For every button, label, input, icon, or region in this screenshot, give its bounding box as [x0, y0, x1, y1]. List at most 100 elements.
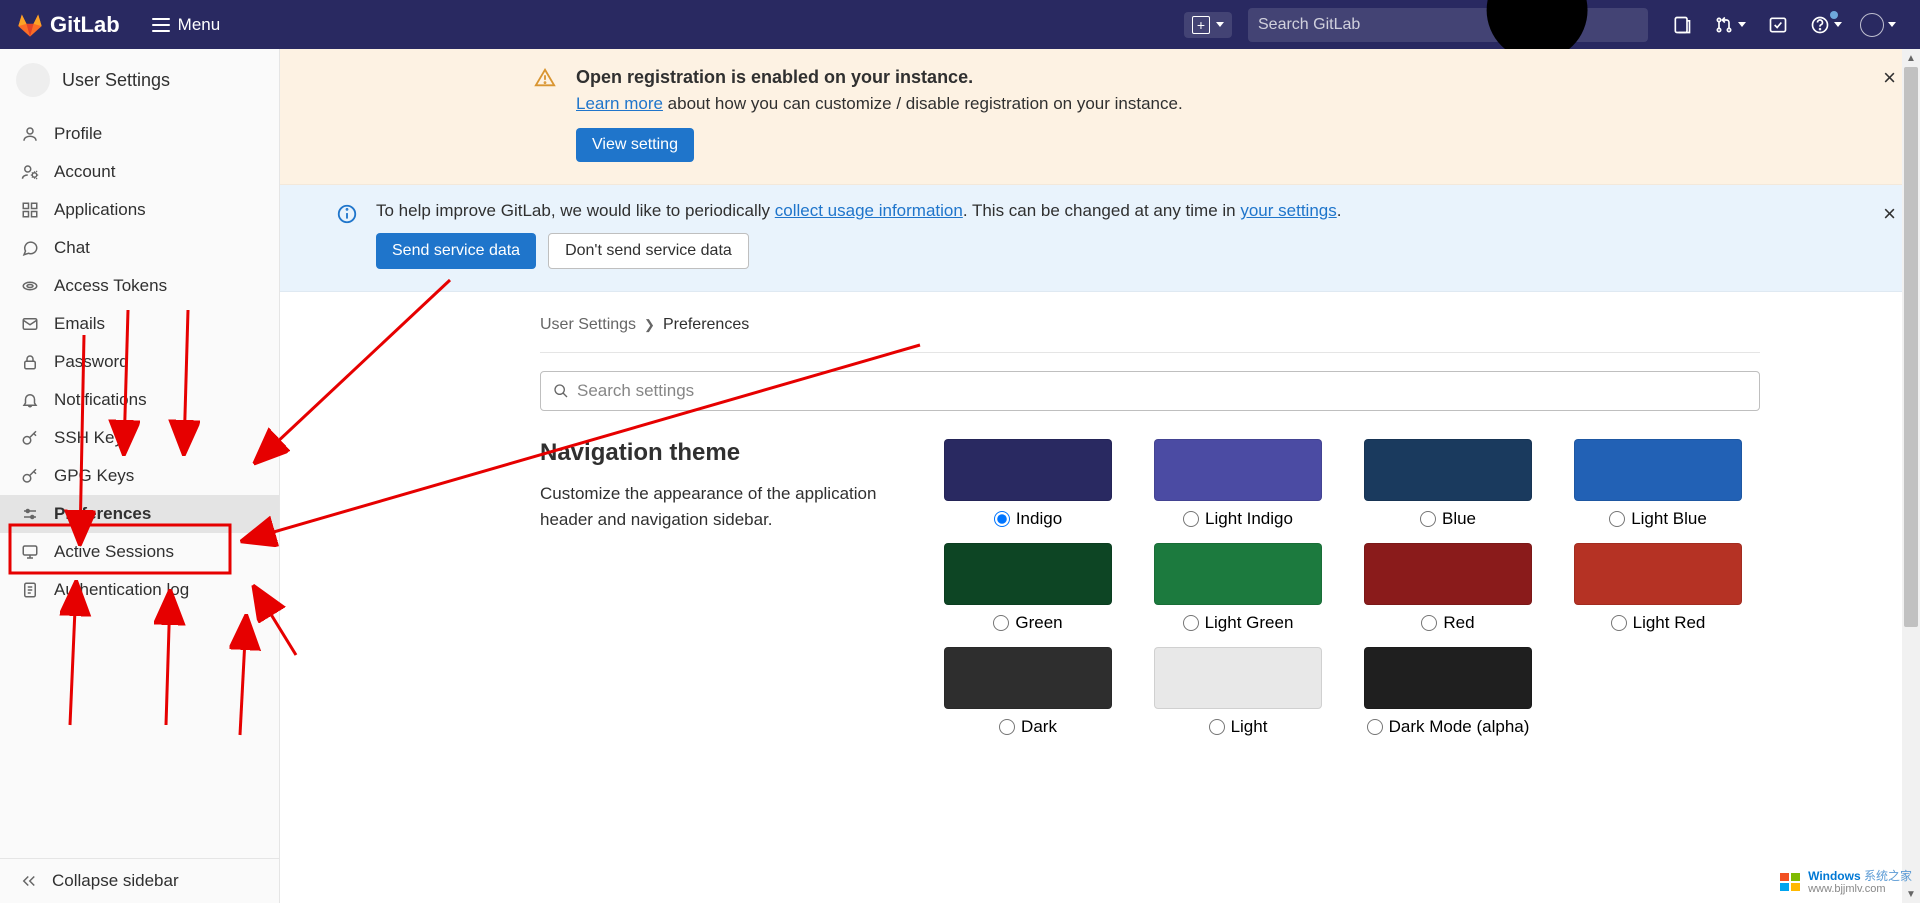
sidebar-item-profile[interactable]: Profile [0, 115, 279, 153]
registration-warning-alert: × Open registration is enabled on your i… [280, 49, 1920, 185]
chevron-down-icon [1216, 22, 1224, 27]
theme-option-dark-mode-alpha-[interactable]: Dark Mode (alpha) [1364, 647, 1532, 737]
divider [540, 352, 1760, 353]
scroll-up-icon[interactable]: ▲ [1902, 49, 1920, 67]
breadcrumb-user-settings[interactable]: User Settings [540, 316, 636, 333]
view-setting-button[interactable]: View setting [576, 128, 694, 162]
section-title: Navigation theme [540, 439, 920, 467]
theme-radio[interactable] [1421, 615, 1437, 631]
sidebar-item-authentication-log[interactable]: Authentication log [0, 571, 279, 609]
sidebar-item-label: Authentication log [54, 580, 189, 600]
chat-icon [20, 238, 40, 258]
theme-radio[interactable] [994, 511, 1010, 527]
theme-radio[interactable] [1420, 511, 1436, 527]
close-icon[interactable]: × [1883, 65, 1896, 91]
theme-option-light-red[interactable]: Light Red [1574, 543, 1742, 633]
sidebar-item-label: Emails [54, 314, 105, 334]
collapse-icon [20, 872, 38, 890]
collect-usage-link[interactable]: collect usage information [775, 201, 963, 220]
send-service-data-button[interactable]: Send service data [376, 233, 536, 269]
theme-option-light[interactable]: Light [1154, 647, 1322, 737]
dont-send-service-data-button[interactable]: Don't send service data [548, 233, 749, 269]
collapse-label: Collapse sidebar [52, 871, 179, 891]
merge-requests-icon[interactable] [1704, 5, 1756, 45]
scrollbar[interactable]: ▲ ▼ [1902, 49, 1920, 903]
sidebar-item-chat[interactable]: Chat [0, 229, 279, 267]
theme-radio[interactable] [993, 615, 1009, 631]
theme-radio[interactable] [999, 719, 1015, 735]
settings-search[interactable] [540, 371, 1760, 411]
sidebar-item-account[interactable]: Account [0, 153, 279, 191]
alert-title: Open registration is enabled on your ins… [576, 67, 1864, 88]
theme-option-green[interactable]: Green [944, 543, 1112, 633]
user-menu[interactable] [1852, 5, 1904, 45]
sidebar-item-label: Preferences [54, 504, 151, 524]
sidebar-item-gpg-keys[interactable]: GPG Keys [0, 457, 279, 495]
theme-label: Light Blue [1631, 509, 1707, 529]
theme-radio[interactable] [1183, 615, 1199, 631]
search-input[interactable] [1258, 16, 1465, 34]
help-icon[interactable] [1800, 5, 1852, 45]
theme-label: Red [1443, 613, 1474, 633]
theme-option-blue[interactable]: Blue [1364, 439, 1532, 529]
theme-option-light-green[interactable]: Light Green [1154, 543, 1322, 633]
gitlab-logo-icon[interactable] [16, 11, 44, 39]
theme-option-light-indigo[interactable]: Light Indigo [1154, 439, 1322, 529]
sidebar-item-active-sessions[interactable]: Active Sessions [0, 533, 279, 571]
sidebar-item-notifications[interactable]: Notifications [0, 381, 279, 419]
theme-radio[interactable] [1209, 719, 1225, 735]
info-icon [336, 203, 358, 230]
theme-radio[interactable] [1183, 511, 1199, 527]
theme-swatch [1154, 647, 1322, 709]
sidebar-item-emails[interactable]: Emails [0, 305, 279, 343]
theme-option-red[interactable]: Red [1364, 543, 1532, 633]
theme-swatch [1364, 543, 1532, 605]
scroll-thumb[interactable] [1904, 67, 1918, 627]
theme-swatch [944, 543, 1112, 605]
sidebar-item-label: Notifications [54, 390, 147, 410]
theme-swatches: Indigo Light Indigo Blue Light Blue Green Lig… [944, 439, 1760, 737]
top-navbar: GitLab Menu + [0, 0, 1920, 49]
learn-more-link[interactable]: Learn more [576, 94, 663, 113]
theme-radio[interactable] [1611, 615, 1627, 631]
sidebar-item-label: Access Tokens [54, 276, 167, 296]
close-icon[interactable]: × [1883, 201, 1896, 227]
grid-icon [20, 200, 40, 220]
theme-radio[interactable] [1367, 719, 1383, 735]
chevron-down-icon [1888, 22, 1896, 27]
sidebar-item-access-tokens[interactable]: Access Tokens [0, 267, 279, 305]
main-content: × Open registration is enabled on your i… [280, 49, 1920, 903]
menu-button[interactable]: Menu [144, 11, 229, 39]
theme-swatch [944, 439, 1112, 501]
global-search[interactable] [1248, 8, 1648, 42]
issues-icon[interactable] [1660, 5, 1704, 45]
brand-text[interactable]: GitLab [50, 12, 120, 38]
your-settings-link[interactable]: your settings [1240, 201, 1336, 220]
mail-icon [20, 314, 40, 334]
key-icon [20, 466, 40, 486]
collapse-sidebar-button[interactable]: Collapse sidebar [0, 858, 279, 903]
theme-label: Dark Mode (alpha) [1389, 717, 1530, 737]
theme-label: Light Green [1205, 613, 1294, 633]
theme-option-dark[interactable]: Dark [944, 647, 1112, 737]
sidebar-item-password[interactable]: Password [0, 343, 279, 381]
todos-icon[interactable] [1756, 5, 1800, 45]
create-new-dropdown[interactable]: + [1184, 12, 1232, 38]
settings-search-input[interactable] [577, 381, 1747, 401]
theme-label: Light Indigo [1205, 509, 1293, 529]
sidebar-header: User Settings [0, 49, 279, 111]
sidebar-item-ssh-keys[interactable]: SSH Keys [0, 419, 279, 457]
theme-option-light-blue[interactable]: Light Blue [1574, 439, 1742, 529]
avatar-icon [1860, 13, 1884, 37]
hamburger-icon [152, 18, 170, 32]
sidebar-item-preferences[interactable]: Preferences [0, 495, 279, 533]
sidebar-item-label: Account [54, 162, 115, 182]
sidebar-title: User Settings [62, 70, 170, 91]
theme-option-indigo[interactable]: Indigo [944, 439, 1112, 529]
sidebar-item-applications[interactable]: Applications [0, 191, 279, 229]
theme-label: Light Red [1633, 613, 1706, 633]
theme-radio[interactable] [1609, 511, 1625, 527]
theme-swatch [1154, 439, 1322, 501]
theme-swatch [1364, 439, 1532, 501]
search-icon [553, 383, 569, 399]
